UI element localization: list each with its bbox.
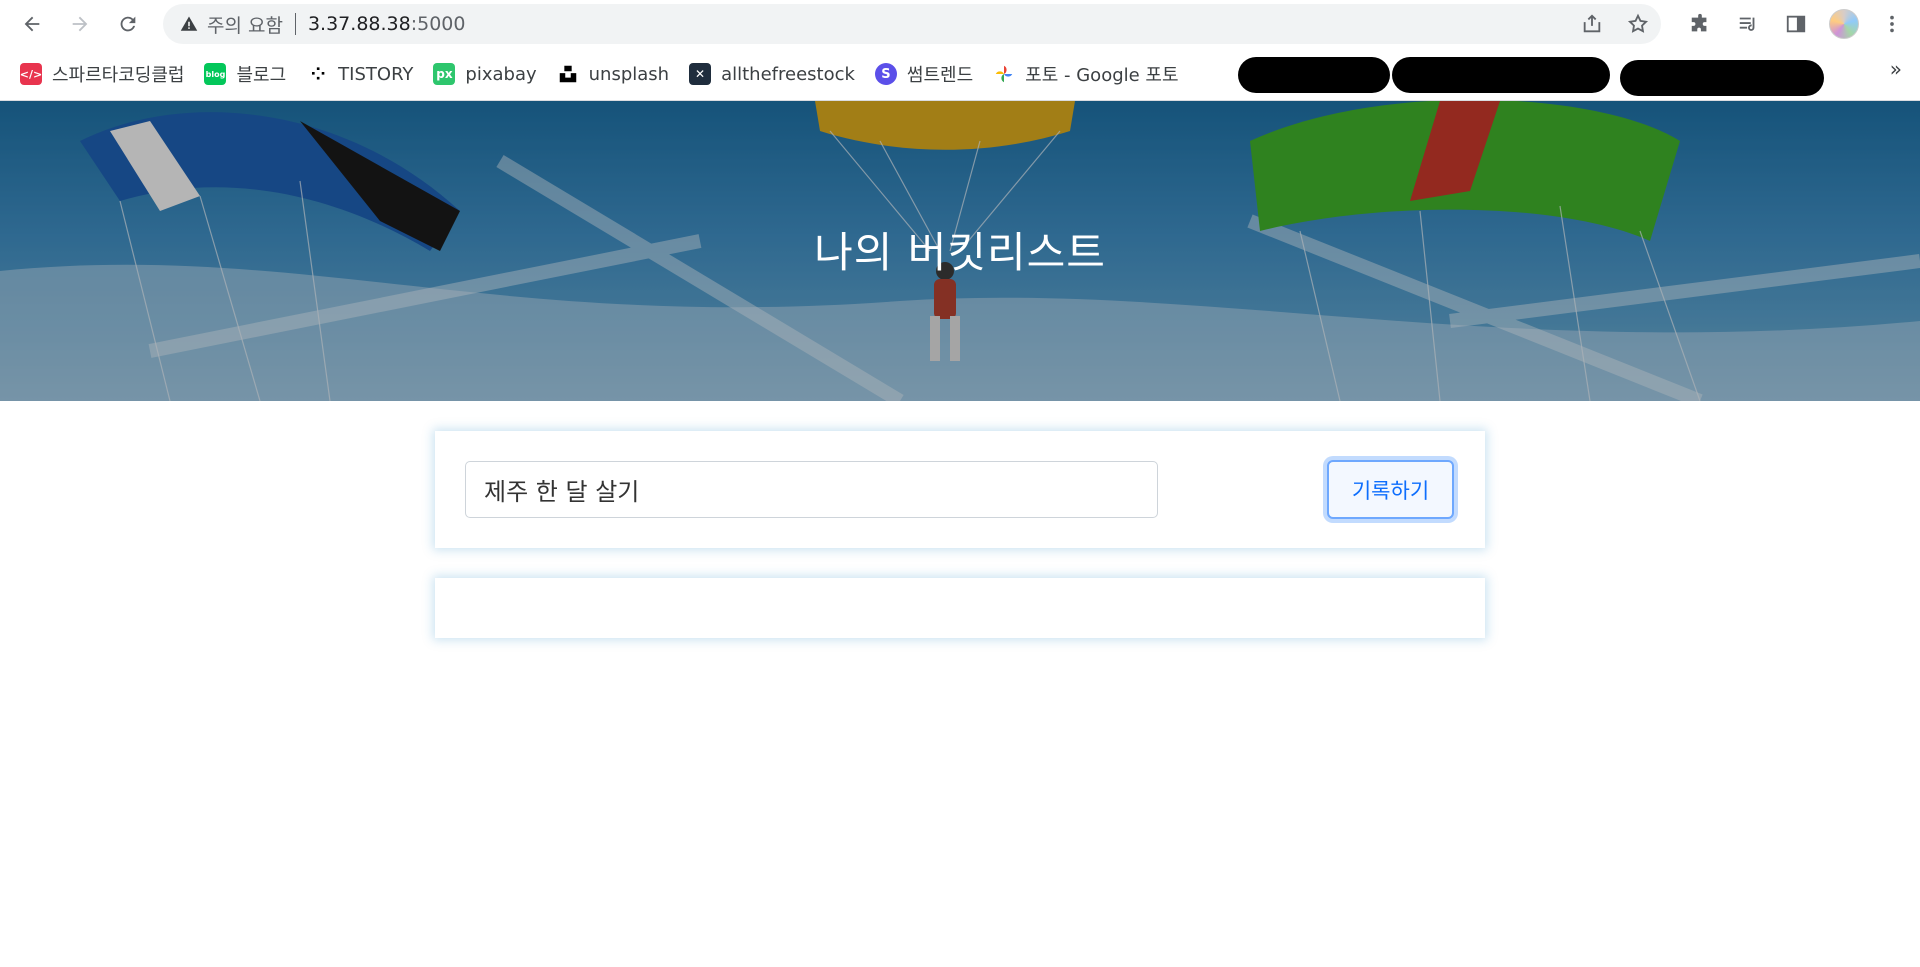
omnibox-divider	[294, 13, 296, 35]
bookmark-label: 썸트렌드	[906, 65, 974, 86]
bookmark-sometrend[interactable]: S 썸트렌드	[867, 58, 981, 90]
forward-icon[interactable]	[56, 0, 104, 48]
google-photos-icon	[993, 63, 1015, 85]
side-panel-icon[interactable]	[1772, 0, 1820, 48]
hero-banner: 나의 버킷리스트	[0, 101, 1920, 401]
naver-blog-icon: blog	[204, 63, 227, 85]
bucket-input[interactable]: 제주 한 달 살기	[465, 461, 1158, 518]
bookmark-label: TISTORY	[338, 63, 414, 85]
tistory-icon: ⁘	[310, 63, 326, 85]
url-text[interactable]: 3.37.88.38:5000	[308, 13, 466, 35]
warning-icon[interactable]	[179, 14, 199, 34]
bookmark-label: 포토 - Google 포토	[1025, 65, 1179, 86]
bookmark-tistory[interactable]: ⁘ TISTORY	[298, 58, 421, 90]
bookmark-spartacoding[interactable]: </> 스파르타코딩클럽	[12, 58, 192, 90]
browser-toolbar: 주의 요함 3.37.88.38:5000	[0, 0, 1920, 48]
pixabay-icon: px	[433, 63, 456, 85]
bookmark-label: 블로그	[236, 65, 287, 86]
sometrend-icon: S	[874, 63, 897, 85]
allthefreestock-icon: ✕	[689, 63, 712, 85]
page-title: 나의 버킷리스트	[814, 228, 1106, 277]
bookmark-google-photos[interactable]: 포토 - Google 포토	[985, 58, 1186, 90]
security-warning-label[interactable]: 주의 요함	[207, 11, 283, 38]
bookmarks-overflow-icon[interactable]: »	[1890, 57, 1902, 81]
redacted-bookmark	[1392, 57, 1610, 93]
share-icon[interactable]	[1569, 4, 1615, 44]
bookmark-label: allthefreestock	[721, 63, 855, 85]
bucket-form-card: 제주 한 달 살기 기록하기	[435, 431, 1485, 548]
extension-area	[1676, 0, 1920, 48]
bucket-list-card	[435, 578, 1485, 638]
bookmark-label: unsplash	[588, 63, 670, 85]
spartacoding-icon: </>	[20, 63, 42, 85]
bookmark-pixabay[interactable]: px pixabay	[425, 58, 544, 90]
avatar	[1829, 9, 1859, 39]
submit-button[interactable]: 기록하기	[1327, 460, 1454, 519]
redacted-bookmark	[1620, 60, 1824, 96]
bookmark-label: 스파르타코딩클럽	[52, 65, 185, 86]
bookmark-star-icon[interactable]	[1615, 4, 1661, 44]
omnibox-actions	[1569, 4, 1661, 44]
bookmarks-bar: </> 스파르타코딩클럽 blog 블로그 ⁘ TISTORY px pixab…	[0, 48, 1920, 101]
media-queue-icon[interactable]	[1724, 0, 1772, 48]
url-port: :5000	[410, 13, 466, 35]
reload-icon[interactable]	[104, 0, 152, 48]
bookmark-allthefreestock[interactable]: ✕ allthefreestock	[681, 58, 863, 90]
bookmark-blog[interactable]: blog 블로그	[196, 58, 294, 90]
url-host: 3.37.88.38	[307, 13, 411, 35]
kebab-menu-icon[interactable]	[1868, 0, 1916, 48]
bookmark-unsplash[interactable]: unsplash	[549, 58, 677, 90]
address-bar[interactable]: 주의 요함 3.37.88.38:5000	[163, 4, 1661, 44]
back-icon[interactable]	[8, 0, 56, 48]
bookmark-label: pixabay	[465, 63, 537, 85]
extensions-puzzle-icon[interactable]	[1676, 0, 1724, 48]
unsplash-icon	[557, 63, 579, 85]
profile-avatar[interactable]	[1820, 0, 1868, 48]
redacted-bookmark	[1238, 57, 1390, 93]
